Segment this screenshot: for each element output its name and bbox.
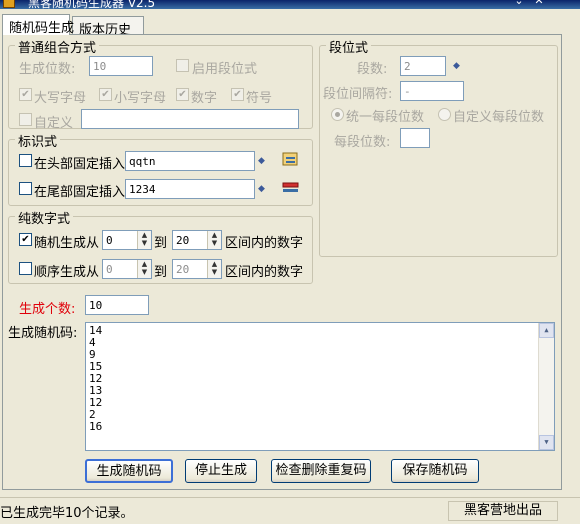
tail-insert-label: 在尾部固定插入 — [34, 185, 126, 200]
length-label: 生成位数: — [19, 62, 76, 77]
tab-generate[interactable]: 随机码生成 — [2, 14, 74, 36]
separator-label: 段位间隔符: — [323, 87, 393, 102]
generate-button[interactable]: 生成随机码 — [85, 459, 173, 483]
tail-insert-dropdown[interactable]: ◆ — [253, 180, 270, 198]
scroll-up-icon[interactable]: ▲ — [539, 323, 554, 338]
dedupe-button[interactable]: 检查删除重复码 — [271, 459, 371, 483]
digits-label: 数字 — [191, 91, 218, 106]
length-input[interactable]: 10 — [89, 56, 153, 76]
output-line: 2 — [89, 408, 96, 421]
tail-insert-remove-icon[interactable] — [281, 179, 301, 197]
main-window: 随机码生成 版本历史 普通组合方式 生成位数: 10 启用段位式 ✔ 大写字母 … — [0, 9, 580, 524]
custom-per-segment-label: 自定义每段位数 — [453, 110, 545, 125]
output-line: 12 — [89, 372, 103, 385]
scroll-down-icon[interactable]: ▼ — [539, 435, 554, 450]
lowercase-checkbox[interactable]: ✔ — [99, 88, 112, 101]
custom-input[interactable] — [81, 109, 299, 129]
random-from-spin[interactable]: ▲ ▼ — [137, 231, 151, 249]
sequential-to-spin[interactable]: ▲ ▼ — [207, 260, 221, 278]
minimize-button[interactable]: ⌄ — [511, 0, 527, 8]
output-line: 12 — [89, 396, 103, 409]
stop-button[interactable]: 停止生成 — [185, 459, 257, 483]
normal-group: 普通组合方式 生成位数: 10 启用段位式 ✔ 大写字母 ✔ 小写字母 ✔ 数字… — [8, 37, 313, 131]
sequential-range-checkbox[interactable] — [19, 262, 32, 275]
output-line: 9 — [89, 348, 96, 361]
output-line: 14 — [89, 324, 103, 337]
numeric-group: 纯数字式 ✔ 随机生成从 0 ▲ ▼ 到 20 ▲ ▼ 区间内的数字 顺序生成从 0… — [8, 208, 313, 284]
sequential-to-label: 到 — [154, 265, 168, 280]
output-scrollbar[interactable]: ▲ ▼ — [538, 323, 554, 450]
separator-input[interactable]: - — [400, 81, 464, 101]
sequential-from-spin[interactable]: ▲ ▼ — [137, 260, 151, 278]
head-insert-dropdown[interactable]: ◆ — [253, 152, 270, 170]
random-range-label: 随机生成从 — [34, 236, 100, 251]
custom-label: 自定义 — [34, 116, 74, 131]
random-range-checkbox[interactable]: ✔ — [19, 233, 32, 246]
output-line: 13 — [89, 384, 103, 397]
save-button[interactable]: 保存随机码 — [391, 459, 479, 483]
head-insert-input[interactable]: qqtn — [125, 151, 255, 171]
symbols-checkbox[interactable]: ✔ — [231, 88, 244, 101]
count-label: 生成个数: — [19, 302, 76, 317]
marker-group: 标识式 在头部固定插入 qqtn ◆ 在尾部固定插入 1234 ◆ — [8, 131, 313, 206]
normal-legend: 普通组合方式 — [15, 37, 100, 56]
output-line: 15 — [89, 360, 103, 373]
app-icon — [3, 0, 15, 8]
sequential-range-suffix: 区间内的数字 — [225, 265, 304, 280]
output-textarea[interactable]: 14 4 9 15 12 13 12 2 16 ▲ ▼ — [85, 322, 555, 451]
head-insert-label: 在头部固定插入 — [34, 157, 126, 172]
tab-history[interactable]: 版本历史 — [72, 16, 144, 38]
tail-insert-checkbox[interactable] — [19, 182, 32, 195]
use-segment-checkbox[interactable] — [176, 59, 189, 72]
lowercase-label: 小写字母 — [114, 91, 167, 106]
use-segment-label: 启用段位式 — [192, 62, 258, 77]
status-credit: 黑客营地出品 — [448, 501, 558, 521]
segment-group: 段位式 段数: 2 ◆ 段位间隔符: - 统一每段位数 自定义每段位数 每段位数… — [319, 37, 558, 257]
head-insert-add-icon[interactable] — [281, 151, 301, 169]
sequential-range-label: 顺序生成从 — [34, 265, 100, 280]
head-insert-checkbox[interactable] — [19, 154, 32, 167]
status-bar: 已生成完毕10个记录。 黑客营地出品 — [0, 497, 580, 524]
uppercase-label: 大写字母 — [34, 91, 87, 106]
title-bar: 黑客随机码生成器 V2.5 ⌄ ✕ — [0, 0, 580, 9]
window-title: 黑客随机码生成器 V2.5 — [28, 0, 156, 9]
random-to-spin[interactable]: ▲ ▼ — [207, 231, 221, 249]
tab-panel: 普通组合方式 生成位数: 10 启用段位式 ✔ 大写字母 ✔ 小写字母 ✔ 数字… — [2, 34, 562, 490]
numeric-legend: 纯数字式 — [15, 208, 74, 227]
count-input[interactable]: 10 — [85, 295, 149, 315]
segment-count-spin[interactable]: ◆ — [448, 57, 465, 75]
per-segment-input[interactable] — [400, 128, 430, 148]
close-button[interactable]: ✕ — [531, 0, 547, 8]
uniform-label: 统一每段位数 — [346, 110, 425, 125]
output-line: 4 — [89, 336, 96, 349]
output-lines: 14 4 9 15 12 13 12 2 16 — [86, 323, 554, 433]
output-line: 16 — [89, 420, 103, 433]
random-to-label: 到 — [154, 236, 168, 251]
digits-checkbox[interactable]: ✔ — [176, 88, 189, 101]
segment-count-label: 段数: — [357, 62, 388, 77]
uppercase-checkbox[interactable]: ✔ — [19, 88, 32, 101]
marker-legend: 标识式 — [15, 131, 61, 150]
output-label: 生成随机码: — [8, 326, 78, 341]
custom-per-segment-radio[interactable] — [438, 108, 451, 121]
symbols-label: 符号 — [246, 91, 273, 106]
custom-checkbox[interactable] — [19, 113, 32, 126]
segment-legend: 段位式 — [326, 37, 372, 56]
segment-count-input[interactable]: 2 — [400, 56, 446, 76]
random-range-suffix: 区间内的数字 — [225, 236, 304, 251]
uniform-radio[interactable] — [331, 108, 344, 121]
tail-insert-input[interactable]: 1234 — [125, 179, 255, 199]
per-segment-label: 每段位数: — [334, 135, 391, 150]
status-message: 已生成完毕10个记录。 — [0, 506, 134, 521]
